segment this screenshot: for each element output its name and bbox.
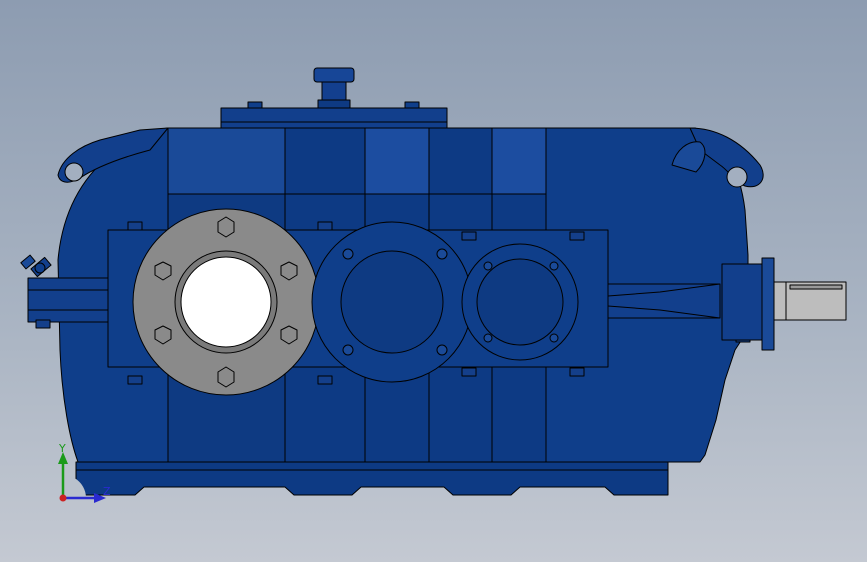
cad-viewport[interactable]: Y Z xyxy=(0,0,867,562)
gearbox-model[interactable] xyxy=(0,0,867,562)
intermediate-bearing-cap xyxy=(311,221,473,383)
input-flange xyxy=(132,208,320,396)
oil-indicator-valve xyxy=(20,254,52,278)
output-shaft-assembly xyxy=(721,257,847,351)
output-bearing-cap xyxy=(461,243,579,361)
breather-cap xyxy=(313,67,355,109)
triad-y-label: Y xyxy=(59,442,66,455)
gearbox-base xyxy=(75,461,669,496)
triad-z-label: Z xyxy=(103,485,111,498)
